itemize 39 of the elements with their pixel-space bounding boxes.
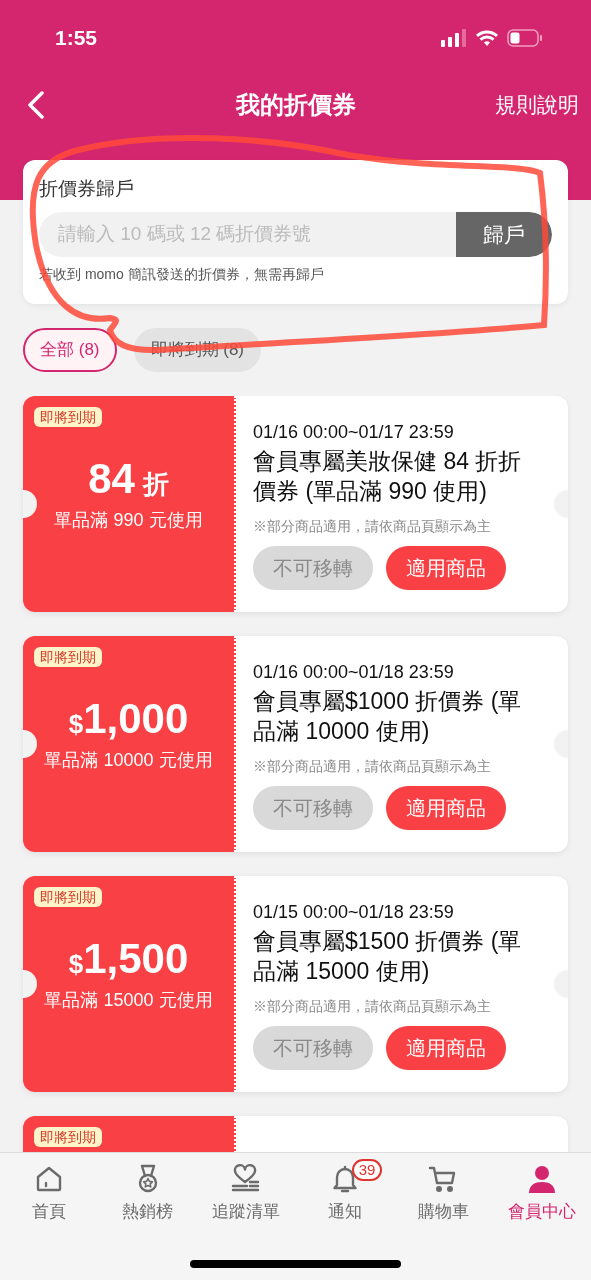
expiring-badge: 即將到期	[34, 647, 102, 667]
applicable-products-button[interactable]: 適用商品	[386, 1026, 506, 1070]
rules-link[interactable]: 規則說明	[495, 89, 579, 121]
valid-period: 01/15 00:00~01/18 23:59	[253, 901, 455, 924]
tab-bar-item[interactable]: 購物車	[394, 1153, 493, 1225]
usage-condition: 單品滿 10000 元使用	[44, 749, 213, 772]
usage-condition: 單品滿 15000 元使用	[44, 989, 213, 1012]
notification-count: 39	[351, 1159, 383, 1181]
status-time: 1:55	[55, 25, 98, 52]
coupon-title: 會員專屬$1500 折價券 (單品滿 15000 使用)	[253, 927, 523, 986]
valid-period: 01/16 00:00~01/17 23:59	[253, 421, 455, 444]
valid-period: 01/16 00:00~01/18 23:59	[253, 661, 455, 684]
usage-condition: 單品滿 990 元使用	[54, 509, 203, 532]
back-icon[interactable]	[26, 91, 46, 119]
coupon-note: ※部分商品適用，請依商品頁顯示為主	[253, 757, 492, 776]
applicable-products-button[interactable]: 適用商品	[386, 546, 506, 590]
tab-bar-item[interactable]: 追蹤清單	[197, 1153, 296, 1225]
tab-bar-item[interactable]: 通知 39	[295, 1153, 394, 1225]
coupon-title: 會員專屬美妝保健 84 折折價券 (單品滿 990 使用)	[253, 447, 523, 506]
discount-value: $1,500	[68, 934, 189, 984]
discount-value: 84 折	[88, 454, 169, 504]
filter-chip[interactable]: 全部 (8)	[23, 328, 117, 372]
expiring-badge: 即將到期	[34, 887, 102, 907]
expiring-badge: 即將到期	[34, 1127, 102, 1147]
tab-bar-item[interactable]: 會員中心	[492, 1153, 591, 1225]
redeem-title: 折價券歸戶	[39, 177, 135, 201]
coupon-note: ※部分商品適用，請依商品頁顯示為主	[253, 517, 492, 536]
applicable-products-button[interactable]: 適用商品	[386, 786, 506, 830]
redeem-button[interactable]: 歸戶	[456, 212, 552, 257]
coupon-note: ※部分商品適用，請依商品頁顯示為主	[253, 997, 492, 1016]
expiring-badge: 即將到期	[34, 407, 102, 427]
tab-bar-item[interactable]: 熱銷榜	[98, 1153, 197, 1225]
discount-value: $1,000	[68, 694, 189, 744]
battery-icon	[507, 29, 543, 47]
coupon-title: 會員專屬$1000 折價券 (單品滿 10000 使用)	[253, 687, 523, 746]
tab-bar-item[interactable]: 首頁	[0, 1153, 99, 1225]
signal-icon	[441, 29, 467, 47]
wifi-icon	[475, 29, 499, 47]
page-title: 我的折價券	[235, 90, 356, 120]
